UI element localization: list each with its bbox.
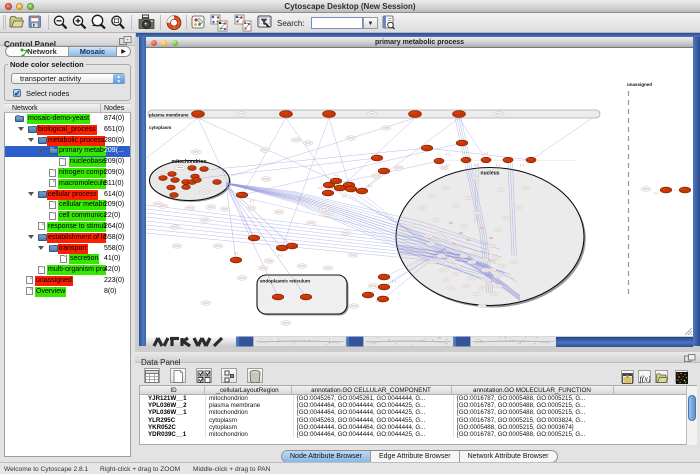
svg-text:[...]: [...] — [484, 151, 488, 155]
svg-text:mitochondrion: mitochondrion — [172, 159, 207, 165]
svg-text:[...]: [...] — [446, 163, 450, 167]
svg-text:[...]: [...] — [520, 163, 524, 167]
svg-text:[...]: [...] — [376, 299, 380, 303]
svg-text:unassigned: unassigned — [627, 82, 652, 87]
svg-text:[...]: [...] — [278, 253, 282, 257]
svg-text:[...]: [...] — [446, 152, 450, 156]
svg-text:[...]: [...] — [392, 279, 396, 283]
svg-text:[...]: [...] — [496, 163, 500, 167]
svg-text:[...]: [...] — [234, 251, 238, 255]
svg-text:[...]: [...] — [250, 199, 254, 203]
svg-text:[...]: [...] — [654, 191, 658, 195]
svg-text:nucleus: nucleus — [481, 171, 500, 177]
svg-text:[...]: [...] — [318, 186, 322, 190]
svg-text:endoplasmic reticulum: endoplasmic reticulum — [260, 279, 310, 284]
svg-text:[...]: [...] — [368, 184, 372, 188]
svg-text:[...]: [...] — [342, 194, 346, 198]
svg-text:cytoplasm: cytoplasm — [149, 125, 171, 130]
svg-text:plasma membrane: plasma membrane — [149, 112, 189, 117]
svg-text:[...]: [...] — [334, 173, 338, 177]
svg-text:[...]: [...] — [474, 163, 478, 167]
svg-text:f(x): f(x) — [640, 375, 651, 384]
